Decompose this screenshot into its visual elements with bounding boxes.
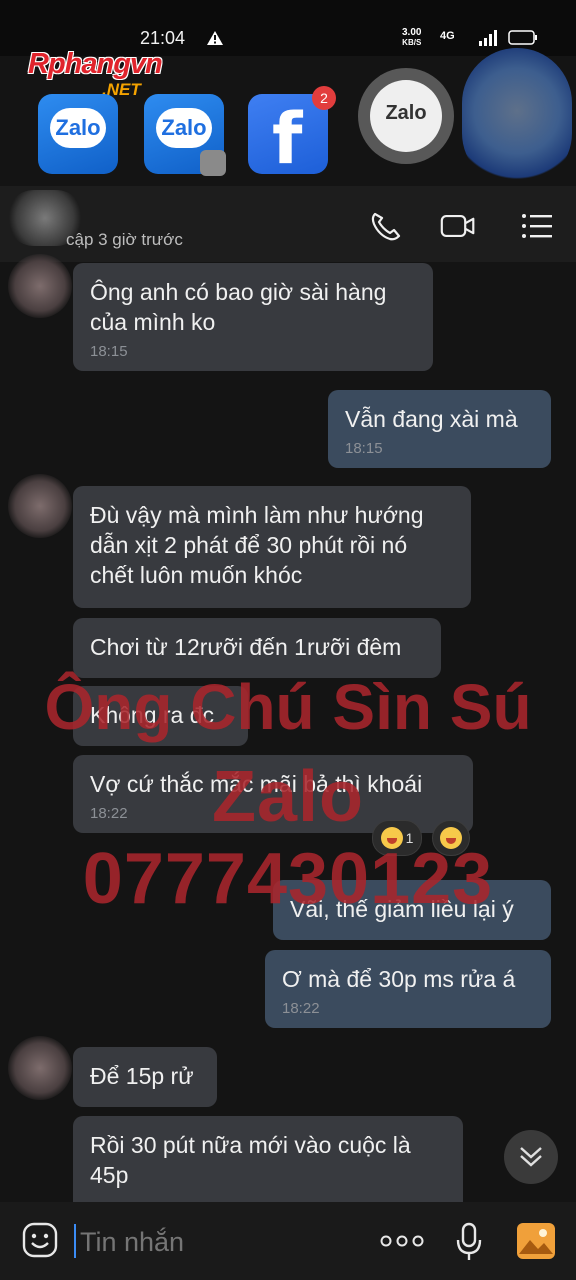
chevron-double-down-icon [520, 1147, 542, 1167]
sender-avatar[interactable] [8, 1036, 72, 1100]
message-text: Đù vậy mà mình làm như hướng [90, 502, 424, 528]
message-text: dẫn xịt 2 phát để 30 phút rồi nó [90, 532, 408, 558]
network-speed-value: 3.00 [402, 27, 422, 38]
message-time: 18:15 [345, 440, 383, 457]
zalo-logo-text: Zalo [156, 108, 212, 148]
zalo-app-icon[interactable]: Zalo [38, 94, 118, 174]
message-bubble-incoming[interactable]: Rồi 30 pút nữa mới vào cuộc là 45p [73, 1116, 463, 1216]
zalo-clone-icon[interactable]: Zalo [144, 94, 226, 176]
emoji-icon[interactable] [22, 1222, 58, 1258]
message-text: Để 15p rử [90, 1063, 194, 1089]
zalo-bubble-icon[interactable]: Zalo [358, 68, 454, 164]
message-text: của mình ko [90, 309, 216, 335]
scroll-to-bottom-button[interactable] [504, 1130, 558, 1184]
message-bubble-outgoing[interactable]: Vẫn đang xài mà 18:15 [328, 390, 551, 468]
mic-icon[interactable] [454, 1222, 484, 1262]
message-bubble-incoming[interactable]: Ông anh có bao giờ sài hàng của mình ko … [73, 263, 433, 371]
message-text: 45p [90, 1162, 129, 1188]
gallery-icon[interactable] [516, 1222, 556, 1260]
message-text: chết luôn muốn khóc [90, 562, 303, 588]
notification-badge: 2 [312, 86, 336, 110]
menu-icon[interactable] [520, 210, 556, 242]
message-bubble-incoming[interactable]: Đù vậy mà mình làm như hướng dẫn xịt 2 p… [73, 486, 471, 608]
message-input[interactable] [80, 1222, 350, 1262]
battery-icon [508, 30, 537, 45]
facebook-f-letter: f [272, 98, 303, 180]
text-caret [74, 1224, 76, 1258]
message-time: 18:15 [90, 343, 128, 360]
sender-avatar[interactable] [8, 474, 72, 538]
message-text: Ơ mà để 30p ms rửa á [282, 966, 516, 992]
message-text: Chơi từ 12rưỡi đến 1rưỡi đêm [90, 634, 402, 660]
status-time: 21:04 [140, 28, 186, 48]
message-bubble-outgoing[interactable]: Ơ mà để 30p ms rửa á 18:22 [265, 950, 551, 1028]
last-seen-status: cập 3 giờ trước [66, 230, 183, 249]
message-text: Ông anh có bao giờ sài hàng [90, 279, 387, 305]
zalo-logo-text: Zalo [385, 102, 427, 124]
signal-icon [479, 30, 497, 46]
message-text: Rồi 30 pút nữa mới vào cuộc là [90, 1132, 411, 1158]
network-type: 4G [440, 30, 455, 42]
chat-header [0, 186, 576, 262]
dual-app-icon [200, 150, 226, 176]
sender-avatar[interactable] [8, 254, 72, 318]
network-speed-unit: KB/S [402, 38, 422, 47]
site-logo: Rphangvn [28, 48, 163, 80]
message-bubble-incoming[interactable]: Để 15p rử [73, 1047, 217, 1107]
watermark-phone: Zalo 0777430123 [82, 757, 494, 919]
watermark-text: Ông Chú Sìn Sú [44, 671, 532, 743]
message-text: Vẫn đang xài mà [345, 406, 518, 432]
zalo-bubble-face: Zalo [370, 80, 442, 152]
message-time: 18:22 [282, 1000, 320, 1017]
video-icon[interactable] [440, 210, 476, 242]
message-bubble-incoming[interactable]: Chơi từ 12rưỡi đến 1rưỡi đêm [73, 618, 441, 678]
call-icon[interactable] [368, 210, 404, 242]
more-icon[interactable] [380, 1234, 424, 1248]
zalo-logo-text: Zalo [50, 108, 106, 148]
network-speed: 3.00 KB/S [402, 28, 421, 48]
alert-icon [207, 31, 223, 45]
contact-avatar-bubble[interactable] [462, 48, 572, 188]
